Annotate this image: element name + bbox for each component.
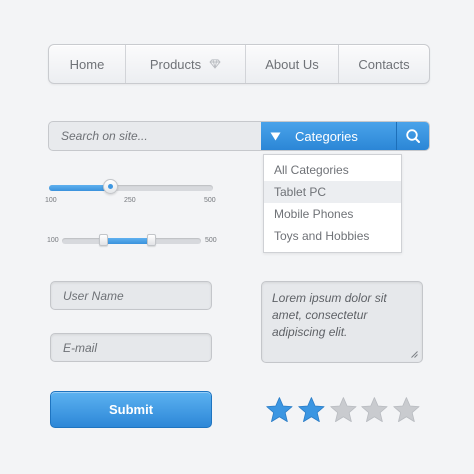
nav-item-label: Home [69, 56, 105, 72]
textarea-text: Lorem ipsum dolor sit amet, consectetur … [272, 291, 387, 339]
star-empty-icon[interactable] [329, 396, 358, 424]
dropdown-item-toys-and-hobbies[interactable]: Toys and Hobbies [264, 225, 401, 247]
nav-item-label: Contacts [358, 56, 410, 72]
star-empty-icon[interactable] [392, 396, 421, 424]
range-slider-track[interactable] [62, 238, 201, 244]
search-icon [406, 129, 420, 143]
search-bar: Categories [48, 121, 430, 151]
slider-knob[interactable] [102, 179, 118, 194]
submit-label: Submit [108, 402, 154, 417]
dropdown-item-tablet-pc[interactable]: Tablet PC [264, 181, 401, 203]
nav-bar: Home Products About Us Contacts [48, 44, 430, 84]
categories-button[interactable]: Categories [261, 122, 396, 150]
star-filled-icon[interactable] [297, 396, 326, 424]
range-min-label: 100 [47, 237, 59, 244]
knob-dot [107, 184, 113, 189]
category-dropdown: All Categories Tablet PC Mobile Phones T… [263, 154, 402, 253]
star-filled-icon[interactable] [265, 396, 294, 424]
username-input[interactable] [51, 282, 211, 309]
resize-handle-icon[interactable] [410, 350, 418, 358]
nav-item-label: Products [149, 56, 202, 72]
nav-item-contacts[interactable]: Contacts [339, 45, 429, 83]
nav-item-about-us[interactable]: About Us [246, 45, 339, 83]
message-textarea[interactable]: Lorem ipsum dolor sit amet, consectetur … [261, 281, 423, 363]
star-rating [265, 396, 421, 424]
range-handle-start[interactable] [98, 234, 108, 246]
slider-mid-label: 250 [124, 197, 136, 204]
star-empty-icon[interactable] [360, 396, 389, 424]
slider-track[interactable] [49, 185, 213, 191]
categories-label: Categories [295, 128, 358, 144]
nav-item-label: About Us [265, 56, 319, 72]
search-input[interactable] [49, 122, 261, 150]
diamond-icon [209, 59, 221, 69]
email-input[interactable] [51, 334, 211, 361]
range-max-label: 500 [205, 237, 217, 244]
dropdown-item-all-categories[interactable]: All Categories [264, 159, 401, 181]
submit-button[interactable]: Submit [50, 391, 212, 428]
triangle-down-icon [270, 132, 280, 140]
nav-item-products[interactable]: Products [126, 45, 246, 83]
slider-fill [49, 185, 111, 191]
username-field[interactable] [50, 281, 212, 310]
slider-min-label: 100 [45, 197, 57, 204]
range-handle-end[interactable] [147, 234, 157, 246]
range-slider-fill [103, 238, 153, 244]
search-button[interactable] [396, 122, 429, 150]
email-field[interactable] [50, 333, 212, 362]
slider-max-label: 500 [204, 197, 216, 204]
nav-item-home[interactable]: Home [49, 45, 126, 83]
dropdown-item-mobile-phones[interactable]: Mobile Phones [264, 203, 401, 225]
